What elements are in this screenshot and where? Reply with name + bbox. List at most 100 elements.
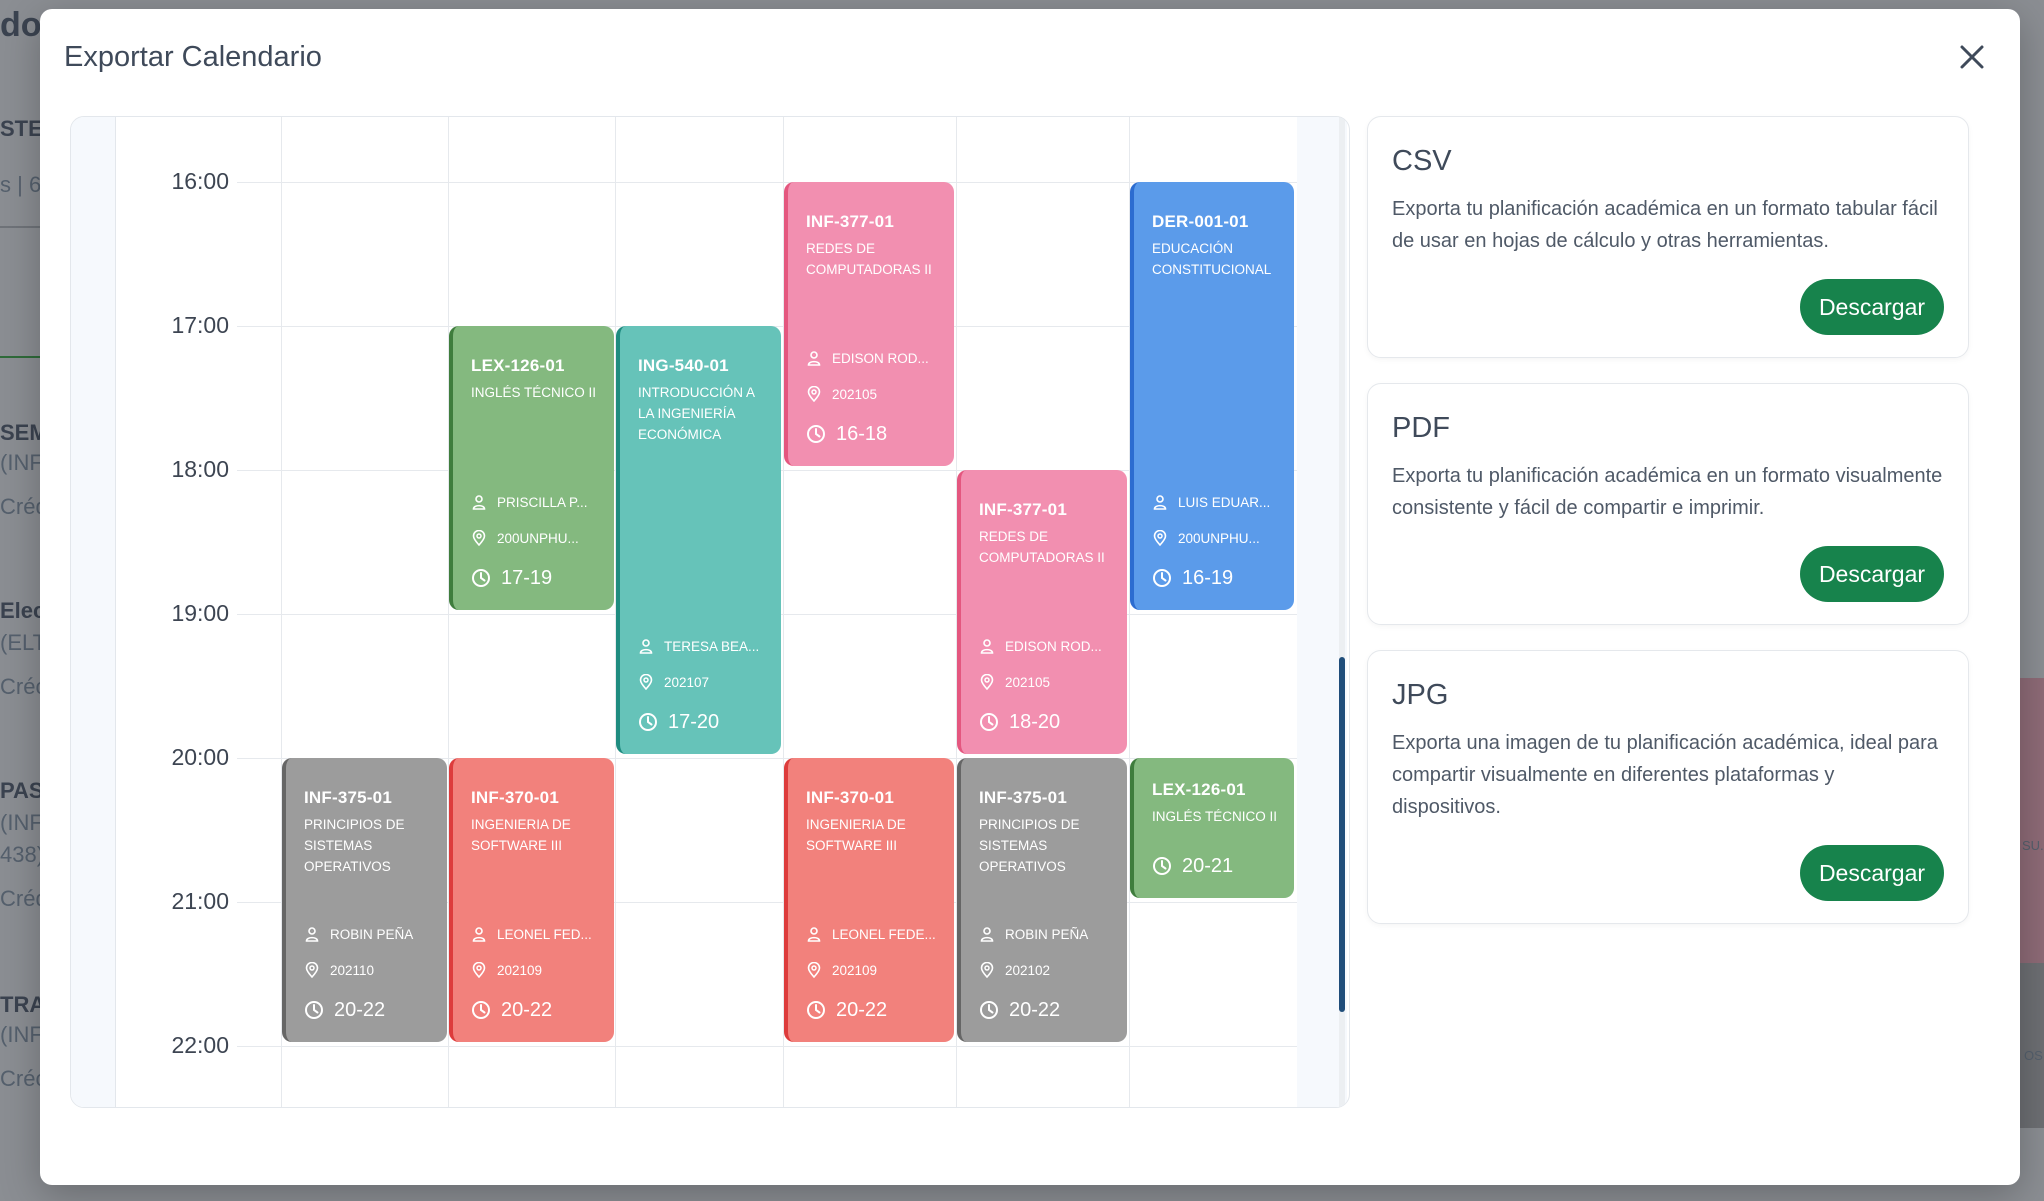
event-time: 20-22 [836, 998, 888, 1021]
calendar-event[interactable]: INF-377-01 REDES DE COMPUTADORAS II EDISON… [784, 182, 954, 466]
bg-fragment: SU... [2022, 838, 2044, 853]
event-name: INTRODUCCIÓN A LA INGENIERÍA ECONÓMICA [638, 385, 755, 442]
event-code: INF-370-01 [806, 788, 894, 807]
event-name: INGLÉS TÉCNICO II [471, 385, 597, 400]
bg-fragment: (INF [0, 810, 43, 835]
event-teacher: ROBIN PEÑA [1005, 926, 1089, 942]
event-room: 200UNPHU... [1178, 530, 1260, 546]
event-name: INGENIERIA DE SOFTWARE III [806, 817, 906, 853]
event-code: ING-540-01 [638, 356, 729, 375]
bg-fragment: 438) [0, 842, 45, 867]
calendar-event[interactable]: LEX-126-01 INGLÉS TÉCNICO II PRISCILLA P..… [449, 326, 614, 610]
close-button[interactable] [1952, 37, 1992, 77]
event-time: 20-22 [1009, 998, 1061, 1021]
export-card-pdf: PDF Exporta tu planificación académica e… [1367, 383, 1969, 625]
calendar-event[interactable]: DER-001-01 EDUCACIÓN CONSTITUCIONAL LUIS E… [1130, 182, 1294, 610]
calendar-event[interactable]: INF-377-01 REDES DE COMPUTADORAS II EDISON… [957, 470, 1127, 754]
bg-fragment: STE [0, 116, 43, 141]
event-room: 200UNPHU... [497, 530, 579, 546]
event-time: 17-20 [668, 710, 720, 733]
event-time: 20-22 [334, 998, 386, 1021]
event-time: 16-19 [1182, 566, 1234, 589]
hour-label: 21:00 [171, 888, 229, 914]
event-code: INF-375-01 [304, 788, 392, 807]
hour-label: 18:00 [171, 456, 229, 482]
clock-icon [1153, 569, 1171, 587]
event-teacher: LEONEL FEDE... [832, 926, 936, 942]
event-teacher: PRISCILLA P... [497, 494, 588, 510]
calendar-gutter [71, 117, 116, 1107]
event-room: 202109 [497, 962, 543, 978]
location-pin-icon [980, 674, 994, 690]
event-teacher: LEONEL FED... [497, 926, 592, 942]
bg-fragment: TRA [0, 992, 46, 1017]
clock-icon [807, 1001, 825, 1019]
bg-fragment: PAS [0, 778, 44, 803]
scrollbar-thumb[interactable] [1339, 657, 1345, 1012]
hour-label: 17:00 [171, 312, 229, 338]
event-time: 20-22 [501, 998, 553, 1021]
event-time: 20-21 [1182, 854, 1234, 877]
person-icon [807, 351, 821, 366]
event-room: 202109 [832, 962, 878, 978]
event-code: INF-377-01 [979, 500, 1067, 519]
calendar-event[interactable]: INF-375-01 PRINCIPIOS DE SISTEMAS OPERATI… [282, 758, 447, 1042]
calendar-event[interactable]: LEX-126-01 INGLÉS TÉCNICO II 20-21 [1130, 758, 1294, 898]
location-pin-icon [1153, 530, 1167, 546]
location-pin-icon [639, 674, 653, 690]
event-teacher: ROBIN PEÑA [330, 926, 414, 942]
person-icon [807, 927, 821, 942]
calendar-event[interactable]: ING-540-01 INTRODUCCIÓN A LA INGENIERÍA E… [616, 326, 781, 754]
download-pdf-button[interactable]: Descargar [1800, 546, 1944, 602]
clock-icon [305, 1001, 323, 1019]
export-card-csv: CSV Exporta tu planificación académica e… [1367, 116, 1969, 358]
card-title: PDF [1392, 412, 1450, 444]
person-icon [980, 927, 994, 942]
calendar-preview: 16:00 17:00 18:00 19:00 20:00 21:00 22:00 INF-… [70, 116, 1350, 1108]
person-icon [639, 639, 653, 654]
card-title: JPG [1392, 679, 1449, 711]
event-teacher: TERESA BEA... [664, 638, 760, 654]
event-name: INGENIERIA DE SOFTWARE III [471, 817, 571, 853]
calendar-event[interactable]: INF-370-01 INGENIERIA DE SOFTWARE III LEON… [784, 758, 954, 1042]
event-name: PRINCIPIOS DE SISTEMAS OPERATIVOS [979, 817, 1080, 874]
event-code: LEX-126-01 [471, 356, 565, 375]
event-code: INF-375-01 [979, 788, 1067, 807]
event-code: INF-370-01 [471, 788, 559, 807]
event-name: EDUCACIÓN CONSTITUCIONAL [1152, 241, 1272, 277]
download-csv-button[interactable]: Descargar [1800, 279, 1944, 335]
event-name: INGLÉS TÉCNICO II [1152, 809, 1278, 824]
person-icon [472, 927, 486, 942]
event-room: 202107 [664, 674, 710, 690]
bg-fragment: (INF [0, 1022, 43, 1047]
event-name: PRINCIPIOS DE SISTEMAS OPERATIVOS [304, 817, 405, 874]
calendar-event[interactable]: INF-375-01 PRINCIPIOS DE SISTEMAS OPERATI… [957, 758, 1127, 1042]
bg-fragment: OS [2024, 1048, 2043, 1063]
card-description: Exporta tu planificación académica en un… [1392, 465, 1943, 519]
person-icon [1153, 495, 1167, 510]
bg-block [2020, 963, 2044, 1128]
event-name: REDES DE COMPUTADORAS II [806, 241, 932, 277]
event-code: LEX-126-01 [1152, 780, 1246, 799]
hour-label: 16:00 [171, 168, 229, 194]
clock-icon [1153, 857, 1171, 875]
location-pin-icon [807, 962, 821, 978]
bg-block [2020, 678, 2044, 963]
bg-fragment: (INF [0, 450, 43, 475]
event-name: REDES DE COMPUTADORAS II [979, 529, 1105, 565]
clock-icon [980, 1001, 998, 1019]
clock-icon [980, 713, 998, 731]
location-pin-icon [305, 962, 319, 978]
person-icon [980, 639, 994, 654]
export-card-jpg: JPG Exporta una imagen de tu planificaci… [1367, 650, 1969, 924]
card-description: Exporta una imagen de tu planificación a… [1392, 732, 1938, 818]
event-teacher: LUIS EDUAR... [1178, 494, 1271, 510]
calendar-event[interactable]: INF-370-01 INGENIERIA DE SOFTWARE III LEON… [449, 758, 614, 1042]
modal-title: Exportar Calendario [64, 41, 322, 73]
event-teacher: EDISON ROD... [1005, 638, 1102, 654]
hour-label: 20:00 [171, 744, 229, 770]
clock-icon [472, 569, 490, 587]
export-calendar-modal: Exportar Calendario 16:00 17:00 18:00 19:00… [40, 9, 2020, 1185]
download-jpg-button[interactable]: Descargar [1800, 845, 1944, 901]
bg-fragment: Elec [0, 598, 46, 623]
